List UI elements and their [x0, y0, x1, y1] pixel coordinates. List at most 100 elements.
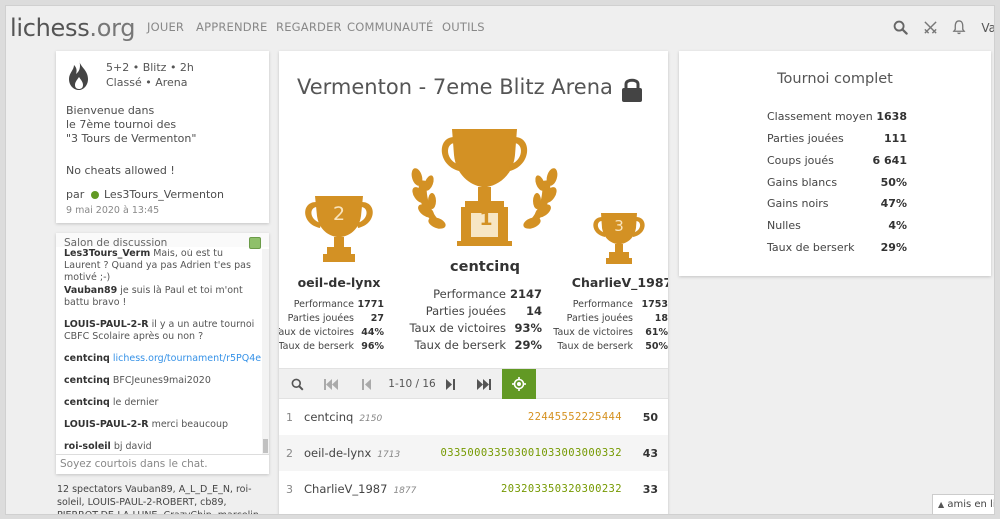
chat-author[interactable]: Vauban89: [64, 285, 117, 296]
nav-play[interactable]: JOUER: [147, 20, 184, 34]
next-page-icon[interactable]: [435, 369, 465, 399]
search-player-icon[interactable]: [282, 369, 312, 399]
search-icon[interactable]: [891, 18, 909, 36]
created-by-label: par: [66, 188, 85, 201]
chat-author[interactable]: LOUIS-PAUL-2-R: [64, 319, 149, 330]
stats-value: 1638: [876, 110, 907, 123]
nav-learn[interactable]: APPRENDRE: [196, 20, 268, 34]
site-logo[interactable]: lichess.org: [10, 14, 136, 42]
trophy-first-icon: [407, 125, 562, 251]
chat-text: bj david: [113, 441, 152, 452]
stats-value: 6 641: [872, 154, 907, 167]
stat-value: 18: [654, 313, 668, 324]
stats-label: Coups joués: [767, 154, 834, 167]
standings-row[interactable]: 1 centcinq 2150 22445552225444 50: [279, 399, 668, 435]
chat-author[interactable]: LOUIS-PAUL-2-R: [64, 419, 149, 430]
stat-label: Taux de berserk: [557, 341, 633, 352]
chat-message: Vauban89 je suis là Paul et toi m'ont bat…: [64, 285, 259, 309]
player-rating: 2150: [359, 414, 383, 424]
chat-message: centcinq lichess.org/tournament/r5PQ4e7t: [64, 353, 261, 365]
creator-link[interactable]: Les3Tours_Vermenton: [104, 188, 224, 201]
player-rating: 1877: [393, 486, 417, 496]
chat-title: Salon de discussion: [64, 237, 168, 249]
my-position-icon[interactable]: [502, 369, 536, 399]
standings-row[interactable]: 2 oeil-de-lynx 1713 033500033503001033003…: [279, 435, 668, 471]
stat-label: Taux de berserk: [279, 341, 354, 352]
stat-label: Parties jouées: [287, 313, 354, 324]
chat-input[interactable]: Soyez courtois dans le chat.: [56, 454, 269, 474]
stats-row: Classement moyen 1638: [767, 110, 907, 123]
stats-row: Coups joués 6 641: [767, 154, 907, 167]
page: lichess.org JOUER APPRENDRE REGARDER COM…: [5, 5, 995, 515]
player-name[interactable]: oeil-de-lynx 1713: [304, 446, 400, 460]
total-score: 50: [642, 411, 658, 424]
stat-label: Performance: [433, 287, 506, 301]
stat-label: Taux de victoires: [279, 327, 354, 338]
description-line: Bienvenue dans: [66, 104, 155, 117]
rank: 3: [286, 483, 293, 496]
online-dot-icon: [91, 191, 99, 199]
stat-label: Taux de berserk: [414, 338, 506, 352]
tournament-stats-panel: Tournoi complet Classement moyen 1638 Par…: [679, 51, 991, 276]
stat-label: Parties jouées: [566, 313, 633, 324]
chat-author[interactable]: centcinq: [64, 397, 110, 408]
chat-scrollbar[interactable]: [262, 249, 269, 454]
tournament-swords-icon[interactable]: [921, 18, 939, 36]
chat-author[interactable]: centcinq: [64, 353, 110, 364]
score-sheet: 203203350320300232: [501, 483, 622, 495]
nav-tools[interactable]: OUTILS: [442, 20, 485, 34]
score-sheet: 22445552225444: [527, 411, 622, 423]
stat-value: 29%: [514, 338, 542, 352]
description-line: No cheats allowed !: [66, 164, 175, 177]
stat-value: 14: [525, 304, 542, 318]
nav-community[interactable]: COMMUNAUTÉ: [347, 20, 434, 34]
stats-label: Gains blancs: [767, 176, 838, 189]
rank: 1: [286, 411, 293, 424]
stat-value: 61%: [645, 327, 668, 338]
stat-value: 93%: [514, 321, 542, 335]
stats-value: 29%: [880, 241, 907, 254]
logo-text: lichess: [10, 14, 90, 42]
player-name[interactable]: centcinq 2150: [304, 410, 382, 424]
stats-row: Parties jouées 111: [767, 132, 907, 145]
chat-author[interactable]: Les3Tours_Verm: [64, 249, 150, 259]
spectators-list: 12 spectators Vauban89, A_L_D_E_N, roi-s…: [57, 484, 259, 514]
chat-link[interactable]: lichess.org/tournament/r5PQ4e7t: [113, 353, 261, 364]
chat-message: roi-soleil bj david: [64, 441, 259, 453]
score-sheet: 033500033503001033003000332: [440, 447, 622, 459]
stats-row: Gains blancs 50%: [767, 176, 907, 189]
stats-value: 50%: [880, 176, 907, 189]
chat-message: Les3Tours_Verm Mais, où est tu Laurent ? …: [64, 249, 259, 284]
stat-value: 96%: [361, 341, 384, 352]
friends-online-button[interactable]: ▲ amis en ligne: [932, 494, 994, 514]
chat-messages[interactable]: Les3Tours_Verm Mais, où est tu Laurent ? …: [56, 249, 261, 454]
user-menu[interactable]: Va: [981, 21, 994, 35]
chat-author[interactable]: centcinq: [64, 375, 110, 386]
lock-icon: [621, 76, 643, 107]
bell-icon[interactable]: [950, 18, 968, 36]
stats-label: Gains noirs: [767, 197, 829, 210]
chat-text: merci beaucoup: [151, 419, 229, 430]
podium-second-name[interactable]: oeil-de-lynx: [291, 275, 387, 290]
player-name-text: oeil-de-lynx: [304, 446, 372, 460]
chat-message: centcinq BFCJeunes9mai2020: [64, 375, 259, 387]
chat-author[interactable]: roi-soleil: [64, 441, 111, 452]
chat-text: le dernier: [112, 397, 159, 408]
podium-third-name[interactable]: CharlieV_1987: [571, 275, 668, 290]
stats-value: 47%: [880, 197, 907, 210]
stats-label: Nulles: [767, 219, 801, 232]
caret-up-icon: ▲: [938, 500, 945, 509]
podium-first-name[interactable]: centcinq: [433, 259, 537, 275]
stat-value: 1753: [641, 299, 668, 310]
previous-page-icon[interactable]: [352, 369, 382, 399]
chat-toggle-checkbox[interactable]: [249, 237, 261, 249]
second-place-number: 2: [332, 203, 346, 225]
last-page-icon[interactable]: [469, 369, 499, 399]
player-name[interactable]: CharlieV_1987 1877: [304, 482, 416, 496]
total-score: 43: [642, 447, 658, 460]
first-page-icon[interactable]: [316, 369, 346, 399]
tournament-date: 9 mai 2020 à 13:45: [66, 205, 160, 216]
standings-row[interactable]: 3 CharlieV_1987 1877 203203350320300232 3…: [279, 471, 668, 507]
chat-message: centcinq le dernier: [64, 397, 259, 409]
nav-watch[interactable]: REGARDER: [276, 20, 342, 34]
